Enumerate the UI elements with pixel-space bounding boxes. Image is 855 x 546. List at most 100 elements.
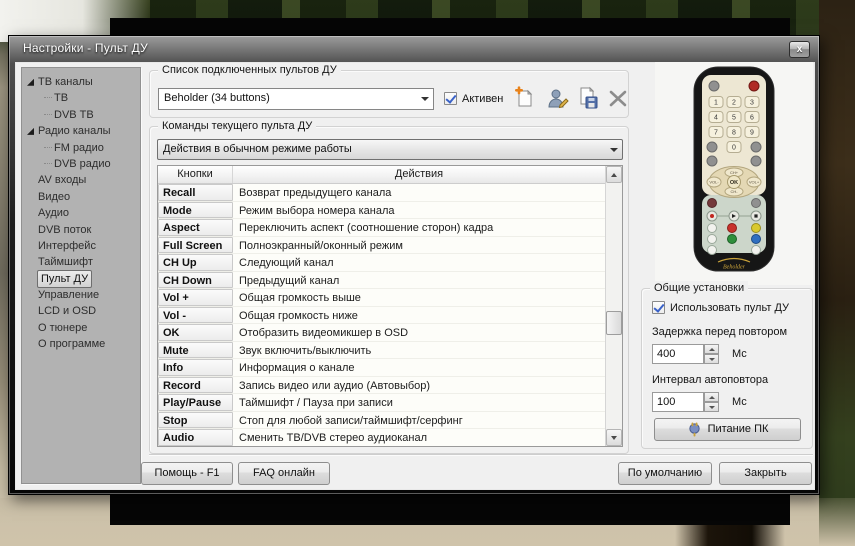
button-name-cell[interactable]: Recall [158,184,233,201]
delete-remote-icon[interactable] [606,86,630,110]
button-name-cell[interactable]: Play/Pause [158,394,233,411]
action-cell[interactable]: Общая громкость выше [233,289,605,306]
sidebar-item[interactable]: Пульт ДУ [22,271,140,287]
table-row[interactable]: AudioСменить ТВ/DVB стерео аудиоканал [158,429,605,446]
sidebar-item[interactable]: DVB поток [22,222,140,238]
new-remote-icon[interactable] [512,86,536,110]
repeat-interval-input[interactable] [652,392,704,412]
table-row[interactable]: OKОтобразить видеомикшер в OSD [158,324,605,342]
table-row[interactable]: RecordЗапись видео или аудио (Автовыбор) [158,377,605,395]
action-cell[interactable]: Общая громкость ниже [233,307,605,324]
action-cell[interactable]: Информация о канале [233,359,605,376]
chevron-down-icon[interactable] [605,140,622,159]
sidebar-item[interactable]: О тюнере [22,320,140,336]
sidebar-item[interactable]: Аудио [22,205,140,221]
sidebar-item[interactable]: AV входы [22,172,140,188]
save-remote-icon[interactable] [576,86,600,110]
table-row[interactable]: Vol -Общая громкость ниже [158,307,605,325]
button-name-cell[interactable]: CH Down [158,272,233,289]
button-name-cell[interactable]: Full Screen [158,237,233,254]
close-button[interactable]: Закрыть [719,462,812,485]
column-header-actions[interactable]: Действия [233,166,605,183]
sidebar-item[interactable]: DVB ТВ [22,107,140,123]
sidebar-item[interactable]: Таймшифт [22,254,140,270]
sidebar-item[interactable]: ТВ [22,90,140,106]
action-cell[interactable]: Следующий канал [233,254,605,271]
table-row[interactable]: ModeРежим выбора номера канала [158,202,605,220]
scroll-down-icon[interactable] [606,429,622,446]
tree-expander-icon[interactable] [27,79,34,86]
checkbox-check-icon[interactable] [652,301,665,314]
scroll-up-icon[interactable] [606,166,622,183]
sidebar-item-label: О тюнере [38,320,87,336]
table-row[interactable]: Vol +Общая громкость выше [158,289,605,307]
action-cell[interactable]: Отобразить видеомикшер в OSD [233,324,605,341]
action-cell[interactable]: Предыдущий канал [233,272,605,289]
remotes-groupbox: Список подключенных пультов ДУ Beholder … [149,70,629,118]
spin-down-icon[interactable] [704,402,719,412]
sidebar-item[interactable]: О программе [22,336,140,352]
spin-up-icon[interactable] [704,344,719,354]
button-name-cell[interactable]: Audio [158,429,233,446]
table-row[interactable]: Play/PauseТаймшифт / Пауза при записи [158,394,605,412]
ms-label: Мс [732,348,747,360]
table-row[interactable]: StopСтоп для любой записи/таймшифт/серфи… [158,412,605,430]
window-close-button[interactable]: x [789,41,810,58]
sidebar-item[interactable]: ТВ каналы [22,74,140,90]
spin-down-icon[interactable] [704,354,719,364]
table-scrollbar[interactable] [605,166,622,446]
sidebar-tree[interactable]: ТВ каналыТВDVB ТВРадио каналыFM радиоDVB… [21,67,141,484]
action-cell[interactable]: Запись видео или аудио (Автовыбор) [233,377,605,394]
button-name-cell[interactable]: Record [158,377,233,394]
repeat-delay-input[interactable] [652,344,704,364]
scrollbar-thumb[interactable] [606,311,622,335]
sidebar-item[interactable]: LCD и OSD [22,303,140,319]
action-cell[interactable]: Переключить аспект (соотношение сторон) … [233,219,605,236]
sidebar-item[interactable]: Радио каналы [22,123,140,139]
action-cell[interactable]: Таймшифт / Пауза при записи [233,394,605,411]
button-name-cell[interactable]: Info [158,359,233,376]
chevron-down-icon[interactable] [416,89,433,109]
button-name-cell[interactable]: Stop [158,412,233,429]
tree-expander-icon[interactable] [27,128,34,135]
button-name-cell[interactable]: CH Up [158,254,233,271]
sidebar-item[interactable]: FM радио [22,140,140,156]
action-cell[interactable]: Сменить ТВ/DVB стерео аудиоканал [233,429,605,446]
faq-button[interactable]: FAQ онлайн [238,462,330,485]
titlebar[interactable]: Настройки - Пульт ДУ x [9,36,819,62]
table-row[interactable]: MuteЗвук включить/выключить [158,342,605,360]
button-name-cell[interactable]: Mode [158,202,233,219]
edit-remote-icon[interactable] [546,86,570,110]
table-row[interactable]: AspectПереключить аспект (соотношение ст… [158,219,605,237]
table-row[interactable]: Full ScreenПолноэкранный/оконный режим [158,237,605,255]
action-cell[interactable]: Режим выбора номера канала [233,202,605,219]
use-remote-checkbox[interactable]: Использовать пульт ДУ [652,301,789,314]
button-name-cell[interactable]: Mute [158,342,233,359]
help-button[interactable]: Помощь - F1 [141,462,233,485]
action-cell[interactable]: Возврат предыдущего канала [233,184,605,201]
action-cell[interactable]: Стоп для любой записи/таймшифт/серфинг [233,412,605,429]
action-cell[interactable]: Полноэкранный/оконный режим [233,237,605,254]
spin-up-icon[interactable] [704,392,719,402]
table-row[interactable]: RecallВозврат предыдущего канала [158,184,605,202]
active-checkbox[interactable]: Активен [444,92,503,105]
sidebar-item[interactable]: Интерфейс [22,238,140,254]
sidebar-item-label: О программе [38,336,105,352]
table-row[interactable]: CH DownПредыдущий канал [158,272,605,290]
command-mode-select[interactable]: Действия в обычном режиме работы [157,139,623,160]
remote-select[interactable]: Beholder (34 buttons) [158,88,434,110]
button-name-cell[interactable]: OK [158,324,233,341]
table-row[interactable]: CH UpСледующий канал [158,254,605,272]
button-name-cell[interactable]: Vol + [158,289,233,306]
sidebar-item[interactable]: Управление [22,287,140,303]
action-cell[interactable]: Звук включить/выключить [233,342,605,359]
sidebar-item[interactable]: DVB радио [22,156,140,172]
column-header-buttons[interactable]: Кнопки [158,166,233,183]
pc-power-button[interactable]: Питание ПК [654,418,801,441]
defaults-button[interactable]: По умолчанию [618,462,712,485]
table-row[interactable]: InfoИнформация о канале [158,359,605,377]
button-name-cell[interactable]: Aspect [158,219,233,236]
checkbox-check-icon[interactable] [444,92,457,105]
sidebar-item[interactable]: Видео [22,189,140,205]
button-name-cell[interactable]: Vol - [158,307,233,324]
